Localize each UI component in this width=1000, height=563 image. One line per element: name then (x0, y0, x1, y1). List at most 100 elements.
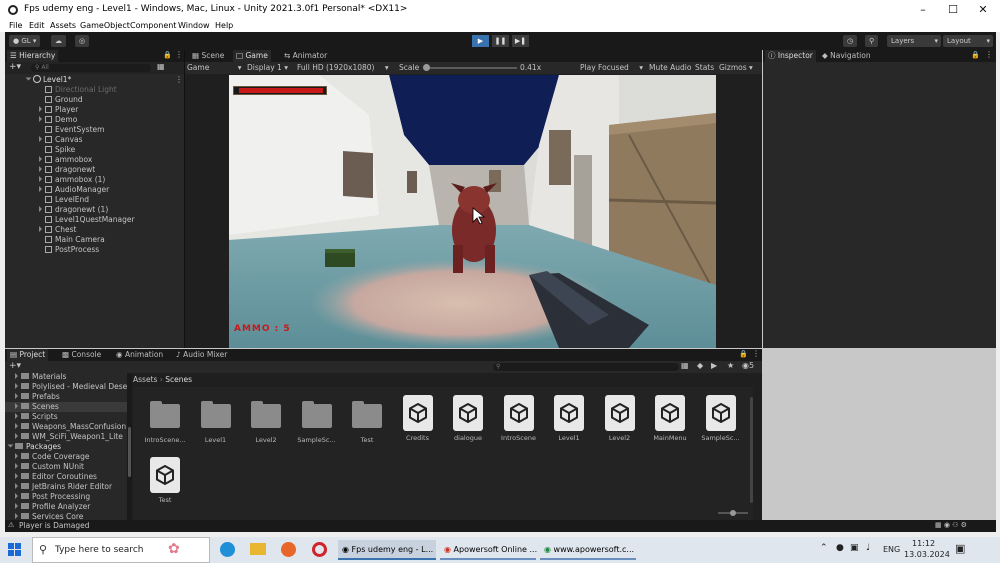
mute-audio-toggle[interactable]: Mute Audio (649, 63, 691, 72)
project-tree-item[interactable]: Packages (5, 442, 127, 452)
history-icon[interactable]: ◷ (843, 35, 858, 47)
status-message[interactable]: Player is Damaged (19, 521, 90, 530)
hierarchy-item[interactable]: Spike (39, 145, 75, 155)
menu-component[interactable]: Component (130, 21, 176, 30)
expand-arrow-icon[interactable] (39, 176, 42, 182)
expand-arrow-icon[interactable] (15, 483, 18, 489)
menu-file[interactable]: File (9, 21, 22, 30)
project-tree-item[interactable]: Scripts (5, 412, 127, 422)
hierarchy-item[interactable]: Demo (39, 115, 77, 125)
hierarchy-item[interactable]: Level1QuestManager (39, 215, 135, 225)
project-tree-item[interactable]: Polylised - Medieval Dese (5, 382, 127, 392)
hierarchy-item[interactable]: LevelEnd (39, 195, 89, 205)
cloud-icon[interactable]: ☁ (51, 35, 66, 47)
firefox-icon[interactable] (281, 542, 296, 557)
expand-arrow-icon[interactable] (15, 403, 18, 409)
asset-scene[interactable]: MainMenu (648, 395, 692, 442)
project-tree-item[interactable]: Scenes (5, 402, 127, 412)
hierarchy-item[interactable]: Chest (39, 225, 76, 235)
tab-animation[interactable]: ◉ Animation (113, 349, 166, 361)
asset-folder[interactable]: SampleSc... (295, 401, 339, 444)
favorite-icon[interactable]: ★ (727, 361, 734, 370)
hierarchy-item[interactable]: AudioManager (39, 185, 109, 195)
project-tree-item[interactable]: Post Processing (5, 492, 127, 502)
close-icon[interactable]: ✕ (968, 0, 998, 20)
project-tree-item[interactable]: Code Coverage (5, 452, 127, 462)
tab-hierarchy[interactable]: ☰ Hierarchy (7, 50, 59, 62)
menu-assets[interactable]: Assets (50, 21, 76, 30)
breadcrumb-scenes[interactable]: Scenes (165, 375, 192, 384)
menu-edit[interactable]: Edit (29, 21, 45, 30)
project-search[interactable]: ⚲ (493, 363, 679, 371)
game-mode-dropdown[interactable]: Game ▾ (187, 63, 241, 72)
project-tree-item[interactable]: Custom NUnit (5, 462, 127, 472)
hierarchy-item[interactable]: ammobox (1) (39, 175, 105, 185)
asset-scene[interactable]: Credits (396, 395, 440, 442)
expand-arrow-icon[interactable] (15, 513, 18, 519)
hierarchy-item[interactable]: PostProcess (39, 245, 99, 255)
hierarchy-item[interactable]: Canvas (39, 135, 83, 145)
tab-inspector[interactable]: ⓘ Inspector (765, 50, 816, 62)
hierarchy-search[interactable]: ⚲ All (31, 64, 151, 72)
taskbar-search[interactable]: ⚲ Type here to search ✿ (32, 537, 210, 563)
taskbar-app-unity[interactable]: ◉ Fps udemy eng - L... (338, 540, 436, 560)
expand-arrow-icon[interactable] (39, 206, 42, 212)
scale-slider[interactable] (423, 64, 517, 71)
menu-help[interactable]: Help (215, 21, 233, 30)
taskbar-app-chrome[interactable]: ◉ www.apowersoft.c... (540, 540, 636, 560)
expand-arrow-icon[interactable] (15, 373, 18, 379)
asset-scene[interactable]: IntroScene (497, 395, 541, 442)
asset-scene[interactable]: SampleSc... (699, 395, 743, 442)
scene-more-icon[interactable]: ⋮ (175, 75, 183, 84)
hidden-count-icon[interactable]: ◉5 (742, 361, 754, 370)
tab-console[interactable]: ▩ Console (59, 349, 104, 361)
hierarchy-item[interactable]: Ground (39, 95, 83, 105)
scene-visibility-icon[interactable]: ▦ (157, 62, 165, 71)
project-tree-item[interactable]: Prefabs (5, 392, 127, 402)
project-tree-item[interactable]: Services Core (5, 512, 127, 520)
hierarchy-item[interactable]: Main Camera (39, 235, 105, 245)
search-icon[interactable]: ⚲ (865, 35, 879, 47)
project-tree-item[interactable]: WM_SciFi_Weapon1_Lite (5, 432, 127, 442)
project-lock-icon[interactable]: 🔒 (739, 350, 748, 358)
expand-arrow-icon[interactable] (15, 473, 18, 479)
expand-arrow-icon[interactable] (15, 433, 18, 439)
menu-gameobject[interactable]: GameObject (80, 21, 130, 30)
game-render[interactable] (229, 75, 716, 348)
tag-icon[interactable]: ▶ (711, 361, 717, 370)
breadcrumb-assets[interactable]: Assets (133, 375, 157, 384)
edge-icon[interactable] (220, 542, 235, 557)
file-explorer-icon[interactable] (250, 543, 266, 555)
network-icon[interactable]: ▣ (850, 543, 859, 553)
expand-arrow-icon[interactable] (15, 503, 18, 509)
minimize-icon[interactable]: – (908, 0, 938, 20)
expand-arrow-icon[interactable] (39, 116, 42, 122)
expand-arrow-icon[interactable] (15, 463, 18, 469)
inspector-lock-icon[interactable]: 🔒 (971, 51, 980, 59)
gizmos-dropdown[interactable]: Gizmos ▾ (719, 63, 753, 72)
filter-icon[interactable]: ▦ (681, 361, 689, 370)
expand-arrow-icon[interactable] (39, 226, 42, 232)
layout-dropdown[interactable]: Layout ▾ (943, 35, 993, 47)
collab-icon[interactable]: ◎ (75, 35, 90, 47)
asset-scene[interactable]: dialogue (446, 395, 490, 442)
asset-scene[interactable]: Test (143, 457, 187, 504)
display-dropdown[interactable]: Display 1 ▾ (247, 63, 288, 72)
opera-icon[interactable] (312, 542, 327, 557)
stats-toggle[interactable]: Stats (695, 63, 714, 72)
tab-game[interactable]: □ Game (233, 50, 271, 62)
microphone-icon[interactable]: ● (836, 543, 844, 553)
windows-start-icon[interactable] (8, 543, 22, 557)
tab-animator[interactable]: ⇆ Animator (281, 50, 330, 62)
pause-button[interactable]: ❚❚ (492, 35, 509, 47)
expand-arrow-icon[interactable] (39, 156, 42, 162)
project-tree-item[interactable]: Editor Coroutines (5, 472, 127, 482)
scene-root[interactable]: Level1* (25, 75, 71, 85)
add-icon[interactable]: +▾ (9, 62, 21, 72)
hierarchy-item[interactable]: Player (39, 105, 78, 115)
play-button[interactable]: ▶ (472, 35, 489, 47)
project-tree-item[interactable]: Weapons_MassConfusion (5, 422, 127, 432)
project-more-icon[interactable]: ⋮ (752, 349, 760, 358)
clock-time[interactable]: 11:12 (912, 539, 935, 548)
tray-chevron-icon[interactable]: ⌃ (820, 543, 828, 553)
